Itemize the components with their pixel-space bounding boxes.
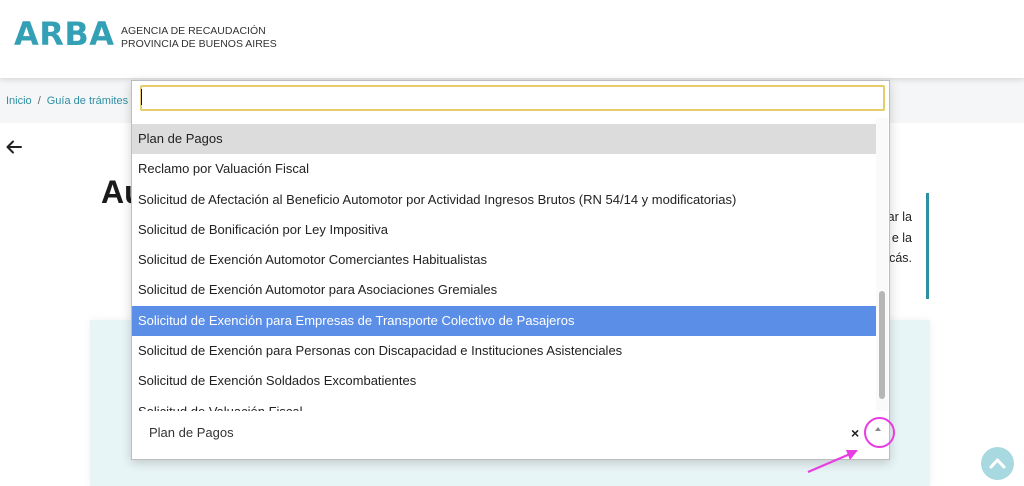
text-caret bbox=[141, 89, 142, 105]
dropdown-option[interactable]: Solicitud de Exención Automotor Comercia… bbox=[132, 245, 877, 275]
agency-line-1: AGENCIA DE RECAUDACIÓN bbox=[121, 25, 266, 37]
dropdown-option[interactable]: Solicitud de Exención para Personas con … bbox=[132, 336, 877, 366]
arrow-left-icon[interactable] bbox=[6, 136, 22, 160]
annotation-circle bbox=[864, 417, 895, 448]
dropdown-option[interactable]: Reclamo por Valuación Fiscal bbox=[132, 154, 877, 184]
info-accent-bar bbox=[926, 193, 929, 299]
site-header: ARBA AGENCIA DE RECAUDACIÓN PROVINCIA DE… bbox=[0, 0, 1024, 78]
dropdown-search-input[interactable] bbox=[140, 85, 885, 111]
dropdown-option[interactable]: Solicitud de Exención Automotor para Aso… bbox=[132, 275, 877, 305]
breadcrumb-guide-link[interactable]: Guía de trámites bbox=[47, 95, 128, 107]
breadcrumb: Inicio / Guía de trámites bbox=[6, 95, 128, 107]
dropdown-option[interactable]: Plan de Pagos bbox=[132, 124, 877, 155]
scroll-to-top-button[interactable] bbox=[981, 447, 1014, 480]
breadcrumb-home-link[interactable]: Inicio bbox=[6, 95, 32, 107]
annotation-arrow-icon bbox=[807, 450, 858, 474]
scrollbar-thumb[interactable] bbox=[879, 291, 885, 399]
dropdown-option[interactable]: Solicitud de Exención Soldados Excombati… bbox=[132, 366, 877, 396]
chevron-up-icon bbox=[989, 458, 1006, 469]
dropdown-option[interactable]: Solicitud de Valuación Fiscal bbox=[132, 397, 877, 411]
breadcrumb-separator: / bbox=[37, 95, 41, 107]
dropdown-option[interactable]: Solicitud de Bonificación por Ley Imposi… bbox=[132, 215, 877, 245]
agency-line-2: PROVINCIA DE BUENOS AIRES bbox=[121, 37, 277, 50]
procedure-select-dropdown[interactable]: Plan de Pagos Reclamo por Valuación Fisca… bbox=[131, 80, 890, 460]
agency-name: AGENCIA DE RECAUDACIÓN PROVINCIA DE BUEN… bbox=[121, 25, 277, 50]
clear-selection-button[interactable]: × bbox=[851, 425, 859, 441]
selected-value[interactable]: Plan de Pagos bbox=[149, 425, 234, 440]
dropdown-option[interactable]: Solicitud de Exención para Empresas de T… bbox=[132, 305, 877, 337]
options-scrollbar[interactable] bbox=[876, 118, 888, 411]
options-list[interactable]: Plan de Pagos Reclamo por Valuación Fisca… bbox=[132, 124, 877, 411]
dropdown-option[interactable]: Solicitud de Afectación al Beneficio Aut… bbox=[132, 185, 877, 215]
arba-logo[interactable]: ARBA bbox=[14, 16, 115, 52]
